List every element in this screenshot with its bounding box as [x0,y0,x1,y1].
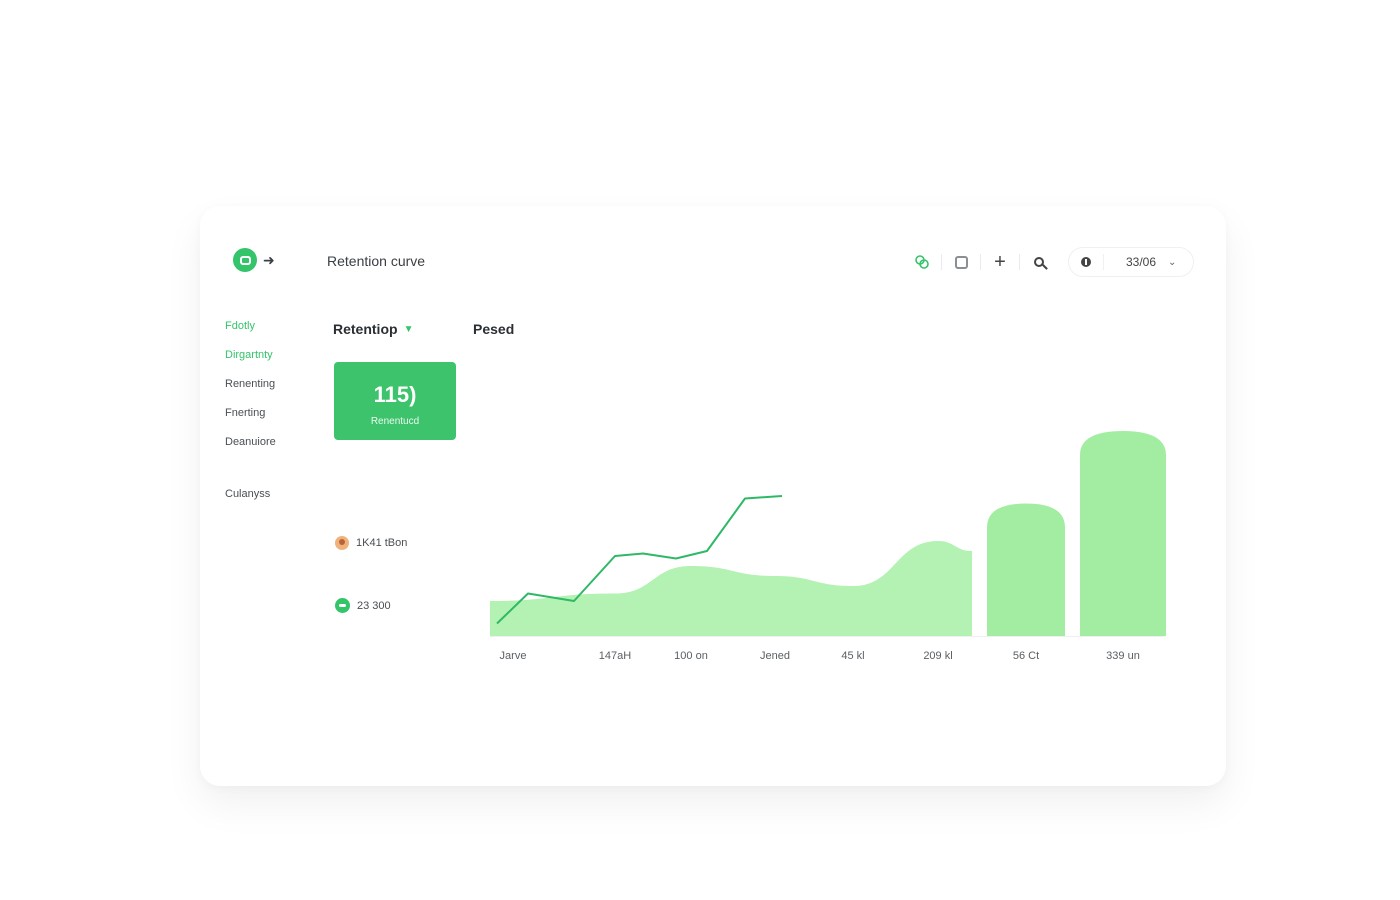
period-label: Pesed [473,321,515,337]
sidebar-item-2[interactable]: Dirgartnty [225,347,276,376]
chat-icon [335,598,350,613]
add-button[interactable]: + [981,246,1019,278]
avatar-icon [335,536,349,550]
app-window: ➜ Retention curve + 33/06 ⌄ Fdotly Dirga… [200,206,1226,786]
metric-selector-label: Retentiop [333,321,398,337]
bar-56-ct [987,503,1065,636]
sidebar-item-5[interactable]: Deanuiore [225,434,276,463]
info-icon [1081,257,1091,267]
legend-item: 23 300 [335,598,391,613]
retention-chart: Jarve 147aH 100 on Jened 45 kl 209 kl 56 Ct 339… [490,431,1166,662]
app-logo[interactable]: ➜ [233,248,275,272]
calendar-icon [954,255,968,269]
kpi-card: 115) Renentucd [334,362,456,440]
x-tick-label: 100 on [674,650,708,662]
app-logo-icon [233,248,257,272]
toolbar: + 33/06 ⌄ [903,246,1194,278]
legend-item: 1K41 tBon [335,536,407,550]
calendar-button[interactable] [942,246,980,278]
x-tick-label: 339 un [1106,650,1140,662]
x-tick-label: 56 Ct [1013,650,1039,662]
kpi-label: Renentucd [370,416,420,427]
x-tick-label: 45 kl [841,650,864,662]
kpi-value: 115) [373,382,417,407]
page-title: Retention curve [327,253,426,269]
date-value: 33/06 [1126,255,1157,269]
x-tick-label: Jarve [500,650,527,662]
arrow-right-icon: ➜ [263,251,275,268]
search-button[interactable] [1020,246,1058,278]
plus-icon: + [994,251,1006,273]
sidebar-item-3[interactable]: Renenting [225,376,276,405]
legend-label: 1K41 tBon [356,537,408,549]
sidebar-item-4[interactable]: Fnerting [225,405,276,434]
legend-label: 23 300 [357,599,391,612]
sidebar: Fdotly Dirgartnty Renenting Fnerting Dea… [225,318,276,515]
link-icon [915,255,929,269]
chevron-down-icon: ⌄ [1168,256,1177,268]
chevron-down-icon: ▼ [403,323,414,335]
search-icon [1034,257,1044,267]
area-series [490,541,972,636]
bar-339-un [1080,431,1166,636]
sidebar-footer-item[interactable]: Culanyss [225,486,276,515]
x-tick-label: Jened [760,650,790,662]
x-tick-label: 147aH [599,650,631,662]
date-selector[interactable]: 33/06 ⌄ [1068,247,1194,277]
link-button[interactable] [903,246,941,278]
pill-divider [1103,254,1104,270]
x-tick-label: 209 kl [923,650,952,662]
metric-selector[interactable]: Retentiop ▼ [333,321,413,337]
sidebar-item-1[interactable]: Fdotly [225,318,276,347]
